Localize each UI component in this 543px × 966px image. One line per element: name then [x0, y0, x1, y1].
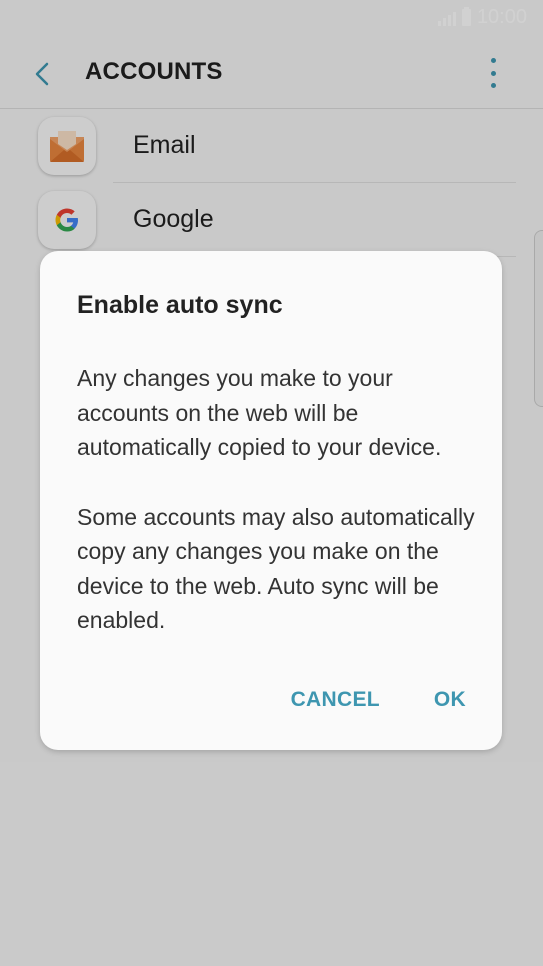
auto-sync-dialog: Enable auto sync Any changes you make to… [40, 251, 502, 750]
dialog-paragraph: Any changes you make to your accounts on… [77, 365, 442, 460]
dialog-message: Any changes you make to your accounts on… [77, 361, 477, 673]
ok-button[interactable]: OK [434, 688, 466, 712]
cancel-button[interactable]: CANCEL [291, 688, 380, 712]
dialog-actions: CANCEL OK [291, 688, 466, 712]
dialog-paragraph: Some accounts may also automatically cop… [77, 503, 475, 634]
screen: 10:00 ACCOUNTS Email Google Enable auto … [0, 0, 543, 966]
dialog-title: Enable auto sync [77, 291, 283, 319]
